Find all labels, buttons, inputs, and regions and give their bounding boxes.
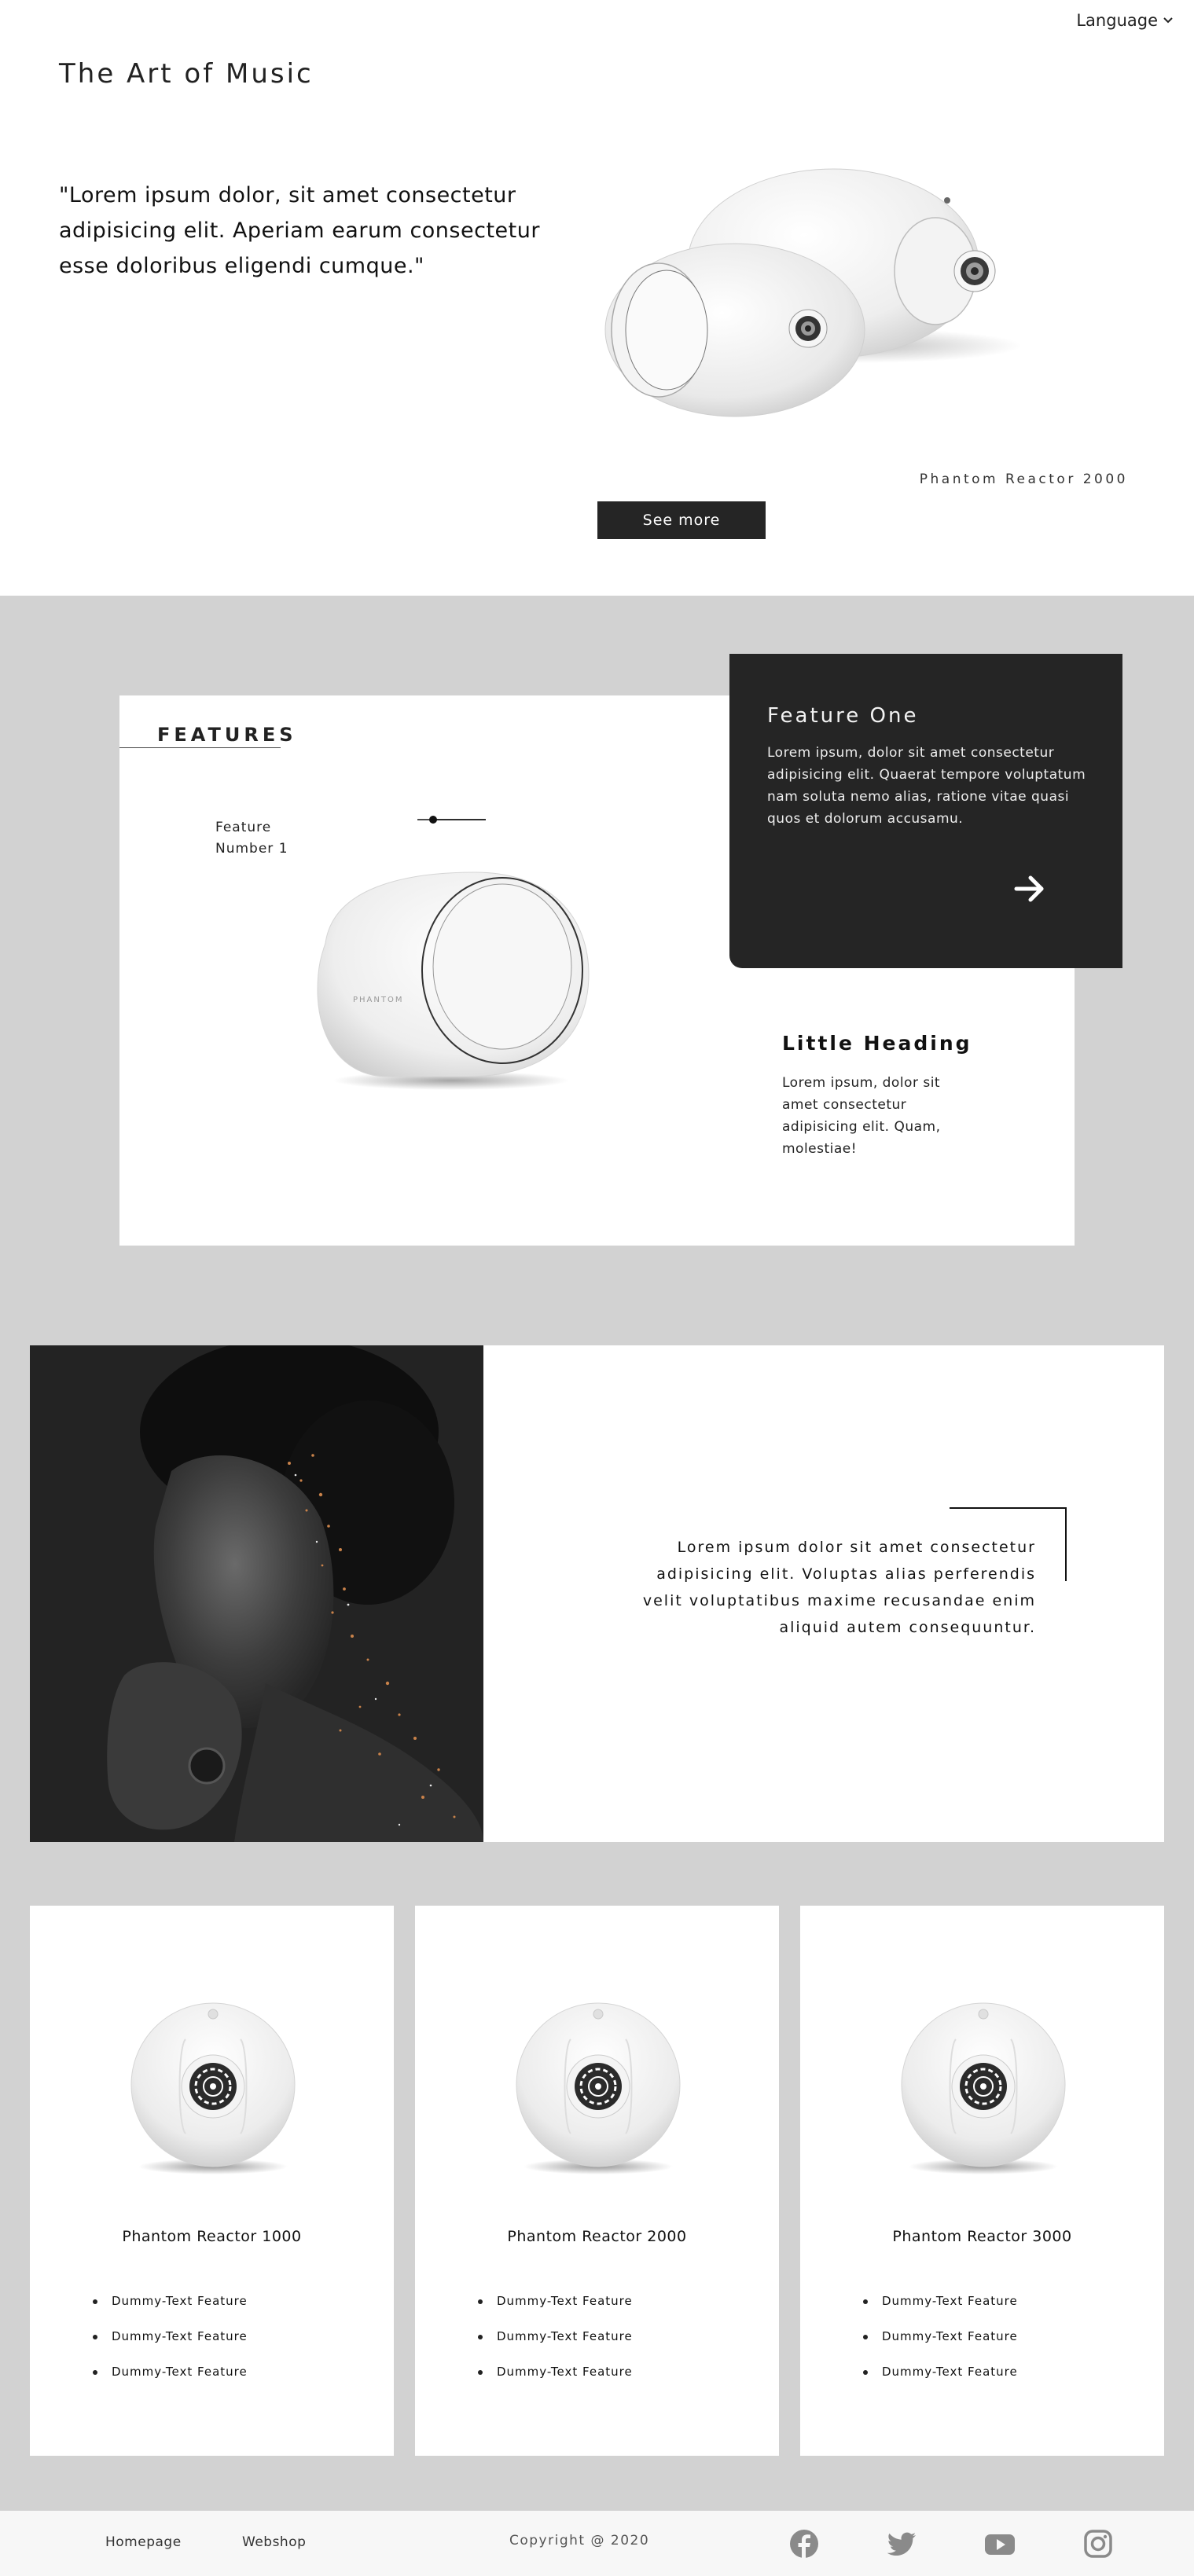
feature-label-line: Number 1 bbox=[215, 841, 288, 857]
feature-one-text: Lorem ipsum, dolor sit amet consectetur … bbox=[767, 745, 1086, 827]
svg-text:PHANTOM: PHANTOM bbox=[353, 996, 403, 1004]
feature-one-heading: Feature One bbox=[767, 704, 919, 728]
product-speaker-image bbox=[516, 2002, 681, 2174]
product-feature-item: Dummy-Text Feature bbox=[91, 2329, 343, 2365]
product-feature-item: Dummy-Text Feature bbox=[476, 2365, 728, 2400]
portrait-section: Lorem ipsum dolor sit amet consectetur a… bbox=[30, 1345, 1164, 1842]
product-card[interactable]: Phantom Reactor 1000 Dummy-Text Feature … bbox=[30, 1906, 394, 2456]
hero-product-caption: Phantom Reactor 2000 bbox=[919, 472, 1128, 487]
product-feature-item: Dummy-Text Feature bbox=[862, 2329, 1113, 2365]
instagram-icon[interactable] bbox=[1082, 2528, 1114, 2559]
features-title-underline bbox=[119, 747, 281, 748]
product-name: Phantom Reactor 3000 bbox=[892, 2228, 1072, 2245]
hero-section: Language The Art of Music "Lorem ipsum d… bbox=[0, 0, 1194, 596]
product-feature-item: Dummy-Text Feature bbox=[91, 2294, 343, 2329]
product-speaker-image bbox=[901, 2002, 1066, 2174]
product-name: Phantom Reactor 1000 bbox=[122, 2228, 302, 2245]
feature-speaker-image: PHANTOM bbox=[317, 872, 590, 1090]
arrow-right-icon bbox=[1014, 875, 1044, 902]
footer: Homepage Webshop Copyright @ 2020 bbox=[0, 2511, 1194, 2576]
product-feature-list: Dummy-Text Feature Dummy-Text Feature Du… bbox=[862, 2294, 1113, 2400]
footer-link-homepage[interactable]: Homepage bbox=[105, 2534, 182, 2550]
language-selector[interactable]: Language bbox=[1076, 11, 1174, 30]
product-feature-item: Dummy-Text Feature bbox=[476, 2329, 728, 2365]
copyright-text: Copyright @ 2020 bbox=[509, 2533, 650, 2548]
product-name: Phantom Reactor 2000 bbox=[507, 2228, 687, 2245]
next-feature-button[interactable] bbox=[1010, 869, 1049, 908]
product-feature-item: Dummy-Text Feature bbox=[91, 2365, 343, 2400]
hero-quote: "Lorem ipsum dolor, sit amet consectetur… bbox=[59, 183, 540, 278]
see-more-button[interactable]: See more bbox=[597, 501, 766, 539]
portrait-section-text: Lorem ipsum dolor sit amet consectetur a… bbox=[642, 1539, 1036, 1636]
product-speaker-image bbox=[130, 2002, 296, 2174]
hero-speakers-image bbox=[604, 168, 1022, 417]
product-feature-item: Dummy-Text Feature bbox=[862, 2365, 1113, 2400]
feature-number-label: Feature Number 1 bbox=[215, 817, 288, 860]
chevron-down-icon bbox=[1163, 17, 1173, 24]
product-feature-list: Dummy-Text Feature Dummy-Text Feature Du… bbox=[476, 2294, 728, 2400]
product-card[interactable]: Phantom Reactor 2000 Dummy-Text Feature … bbox=[415, 1906, 779, 2456]
feature-one-panel: Feature One Lorem ipsum, dolor sit amet … bbox=[729, 654, 1122, 968]
language-label: Language bbox=[1076, 11, 1158, 30]
portrait-image bbox=[30, 1345, 483, 1842]
product-card[interactable]: Phantom Reactor 3000 Dummy-Text Feature … bbox=[800, 1906, 1164, 2456]
facebook-icon[interactable] bbox=[788, 2528, 820, 2559]
youtube-icon[interactable] bbox=[984, 2528, 1016, 2559]
product-feature-list: Dummy-Text Feature Dummy-Text Feature Du… bbox=[91, 2294, 343, 2400]
little-heading: Little Heading bbox=[782, 1032, 972, 1055]
product-feature-item: Dummy-Text Feature bbox=[476, 2294, 728, 2329]
site-title: The Art of Music bbox=[59, 58, 314, 90]
twitter-icon[interactable] bbox=[886, 2528, 917, 2559]
product-feature-item: Dummy-Text Feature bbox=[862, 2294, 1113, 2329]
little-text: Lorem ipsum, dolor sit amet consectetur … bbox=[782, 1075, 941, 1157]
features-title: FEATURES bbox=[157, 724, 297, 746]
footer-link-webshop[interactable]: Webshop bbox=[242, 2534, 306, 2550]
feature-label-line: Feature bbox=[215, 820, 272, 835]
